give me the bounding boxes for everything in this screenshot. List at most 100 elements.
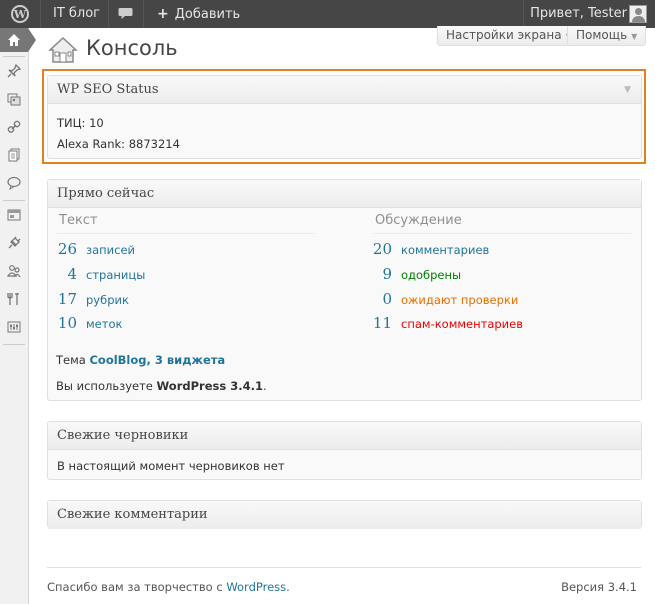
- dashboard-house-icon: [48, 36, 78, 64]
- menu-item-posts[interactable]: [0, 60, 28, 82]
- help-button[interactable]: Помощь ▼: [567, 26, 647, 46]
- settings-icon: [7, 321, 21, 333]
- recent-drafts-widget: Свежие черновики В настоящий момент черн…: [47, 421, 642, 480]
- page-title: Консоль: [86, 36, 178, 60]
- collapse-arrow-icon[interactable]: ▼: [624, 76, 631, 104]
- home-icon: [8, 34, 20, 46]
- seo-widget-title: WP SEO Status: [57, 82, 159, 97]
- seo-widget-header[interactable]: WP SEO Status ▼: [48, 76, 641, 104]
- right-now-title: Прямо сейчас: [57, 186, 155, 201]
- content-column-heading: Текст: [59, 213, 98, 228]
- admin-menu: [0, 28, 36, 604]
- comments-label[interactable]: комментариев: [401, 243, 489, 257]
- seo-status-widget: WP SEO Status ▼ ТИЦ: 10 Alexa Rank: 88732…: [47, 75, 642, 159]
- right-now-header[interactable]: Прямо сейчас: [48, 180, 641, 208]
- admin-bar-divider: [108, 0, 109, 28]
- content-row-tags[interactable]: 10 меток: [55, 314, 123, 332]
- wordpress-logo-icon: W: [11, 5, 29, 23]
- admin-bar-divider: [40, 0, 41, 28]
- site-name-link[interactable]: IT блог: [53, 0, 100, 28]
- discussion-row-comments[interactable]: 20 комментариев: [370, 240, 489, 258]
- comments-icon: [7, 176, 21, 190]
- menu-item-links[interactable]: [0, 116, 28, 138]
- content-row-posts[interactable]: 26 записей: [55, 240, 135, 258]
- admin-bar-divider: [523, 0, 524, 28]
- plus-icon: +: [157, 6, 169, 22]
- version-prefix: Вы используете: [56, 379, 157, 393]
- categories-count[interactable]: 17: [55, 290, 77, 308]
- add-new-menu[interactable]: + Добавить: [157, 0, 240, 28]
- recent-drafts-header[interactable]: Свежие черновики: [48, 422, 641, 450]
- no-drafts-message: В настоящий момент черновиков нет: [57, 459, 285, 473]
- pending-label[interactable]: ожидают проверки: [401, 293, 518, 307]
- admin-bar-divider: [143, 0, 144, 28]
- menu-separator: [3, 200, 25, 201]
- wordpress-link[interactable]: WordPress: [226, 580, 286, 594]
- tic-value: ТИЦ: 10: [57, 116, 104, 130]
- menu-separator: [3, 56, 25, 57]
- comments-count[interactable]: 20: [370, 240, 392, 258]
- recent-comments-title: Свежие комментарии: [57, 507, 208, 522]
- discussion-row-approved[interactable]: 9 одобрены: [370, 265, 461, 283]
- wordpress-logo-menu[interactable]: W: [0, 0, 40, 28]
- avatar[interactable]: [629, 5, 647, 23]
- menu-item-appearance[interactable]: [0, 204, 28, 226]
- tools-icon: [7, 293, 19, 305]
- recent-comments-header[interactable]: Свежие комментарии: [48, 501, 641, 529]
- pages-icon: [8, 148, 20, 162]
- spam-count[interactable]: 11: [370, 314, 392, 332]
- categories-label[interactable]: рубрик: [86, 293, 129, 307]
- pages-count[interactable]: 4: [55, 265, 77, 283]
- discussion-column-heading: Обсуждение: [375, 213, 462, 228]
- footer-thanks-prefix: Спасибо вам за творчество с: [47, 580, 227, 594]
- content-row-pages[interactable]: 4 страницы: [55, 265, 145, 283]
- column-divider: [57, 233, 315, 234]
- wordpress-version: WordPress 3.4.1: [156, 379, 263, 393]
- recent-drafts-title: Свежие черновики: [57, 428, 189, 443]
- footer-thanks: Спасибо вам за творчество с WordPress.: [47, 580, 290, 594]
- spam-label[interactable]: спам-комментариев: [401, 317, 523, 331]
- menu-item-users[interactable]: [0, 260, 28, 282]
- plugins-icon: [8, 236, 21, 249]
- version-info: Вы используете WordPress 3.4.1.: [56, 379, 267, 393]
- menu-separator: [3, 344, 25, 345]
- menu-item-pages[interactable]: [0, 144, 28, 166]
- menu-item-comments[interactable]: [0, 172, 28, 194]
- discussion-row-spam[interactable]: 11 спам-комментариев: [370, 314, 523, 332]
- version-suffix: .: [262, 379, 267, 393]
- chevron-down-icon: ▼: [631, 32, 638, 41]
- theme-name-link[interactable]: CoolBlog: [89, 353, 146, 367]
- menu-item-plugins[interactable]: [0, 232, 28, 254]
- menu-item-dashboard[interactable]: [0, 28, 36, 52]
- pending-count[interactable]: 0: [370, 290, 392, 308]
- posts-label[interactable]: записей: [86, 243, 135, 257]
- footer-version: Версия 3.4.1: [561, 580, 637, 594]
- pages-label[interactable]: страницы: [86, 268, 145, 282]
- speech-bubble-icon: [118, 8, 132, 19]
- approved-label[interactable]: одобрены: [401, 268, 461, 282]
- posts-count[interactable]: 26: [55, 240, 77, 258]
- discussion-row-pending[interactable]: 0 ожидают проверки: [370, 290, 518, 308]
- add-new-label: Добавить: [174, 7, 241, 22]
- widgets-count-link[interactable]: 3 виджета: [155, 353, 225, 367]
- menu-item-media[interactable]: [0, 88, 28, 110]
- admin-bar: W IT блог + Добавить Привет, Tester: [0, 0, 655, 28]
- comments-button[interactable]: [110, 0, 140, 28]
- right-now-widget: Прямо сейчас: [47, 179, 642, 401]
- footer-thanks-suffix: .: [286, 580, 290, 594]
- tags-count[interactable]: 10: [55, 314, 77, 332]
- appearance-icon: [7, 209, 21, 221]
- screen-options-button[interactable]: Настройки экрана▼: [437, 26, 581, 46]
- menu-item-settings[interactable]: [0, 316, 28, 338]
- content-row-categories[interactable]: 17 рубрик: [55, 290, 129, 308]
- pin-icon: [7, 64, 21, 78]
- theme-prefix: Тема: [56, 353, 90, 367]
- menu-item-tools[interactable]: [0, 288, 28, 310]
- tags-label[interactable]: меток: [86, 317, 122, 331]
- help-label: Помощь: [576, 28, 628, 42]
- approved-count[interactable]: 9: [370, 265, 392, 283]
- screen-options-label: Настройки экрана: [446, 28, 562, 42]
- footer-divider: [47, 567, 641, 568]
- media-icon: [7, 93, 21, 106]
- users-icon: [7, 265, 21, 278]
